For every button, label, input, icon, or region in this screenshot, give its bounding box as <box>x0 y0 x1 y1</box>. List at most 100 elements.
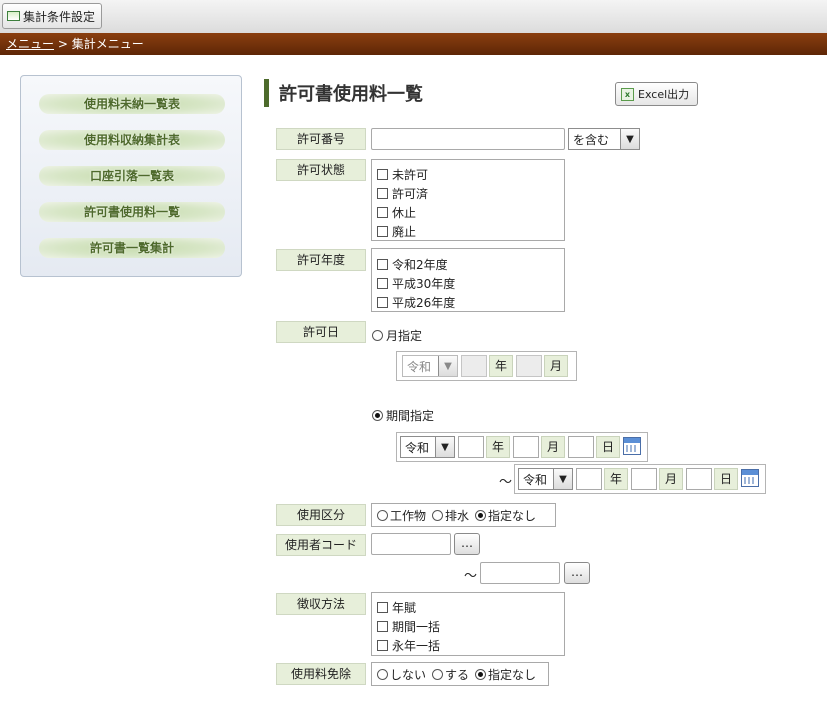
permit-no-match-select[interactable]: を含む ▼ <box>568 128 640 150</box>
collection-label: 徴収方法 <box>276 593 366 615</box>
collection-option-annual[interactable]: 年賦 <box>377 599 416 616</box>
radio-button[interactable] <box>432 509 444 521</box>
radio-button[interactable] <box>372 410 383 421</box>
sidebar-menu: 使用料未納一覧表 使用料収納集計表 口座引落一覧表 許可書使用料一覧 許可書一覧… <box>20 75 242 277</box>
user-code-to-input[interactable] <box>480 562 560 584</box>
radio-button[interactable] <box>475 509 487 521</box>
collection-option-perpetual[interactable]: 永年一括 <box>377 637 440 654</box>
radio-label: しない <box>390 667 427 682</box>
breadcrumb-menu-link[interactable]: メニュー <box>6 37 54 51</box>
permit-date-label: 許可日 <box>276 321 366 343</box>
user-code-from-input[interactable] <box>371 533 451 555</box>
collection-option-period[interactable]: 期間一括 <box>377 618 440 635</box>
radio-button[interactable] <box>377 668 388 680</box>
excel-export-button[interactable]: x Excel出力 <box>615 82 699 106</box>
usage-option-drainage[interactable]: 排水 <box>432 507 469 524</box>
radio-button[interactable] <box>377 509 388 521</box>
calendar-icon[interactable] <box>741 469 759 487</box>
permit-year-label: 許可年度 <box>276 249 366 271</box>
range-start-group: 令和 ▼ 年 月 日 <box>396 432 648 462</box>
page-header: 許可書使用料一覧 <box>264 79 423 107</box>
end-era-select[interactable]: 令和 ▼ <box>518 468 573 490</box>
permit-date-month-radio[interactable]: 月指定 <box>372 327 422 344</box>
year-option-h30[interactable]: 平成30年度 <box>377 275 455 292</box>
user-code-from-lookup-button[interactable]: … <box>454 533 480 555</box>
sidebar-item-collection-summary[interactable]: 使用料収納集計表 <box>39 130 225 150</box>
exemption-option-no[interactable]: しない <box>377 666 426 683</box>
option-label: 許可済 <box>392 187 429 201</box>
checkbox[interactable] <box>377 169 388 180</box>
option-label: 平成26年度 <box>392 296 456 310</box>
radio-label: 指定なし <box>488 508 537 523</box>
usage-class-group: 工作物 排水 指定なし <box>371 503 556 527</box>
status-option-abolished[interactable]: 廃止 <box>377 223 416 240</box>
range-tilde: ～ <box>499 475 513 490</box>
exemption-option-none[interactable]: 指定なし <box>475 666 536 683</box>
start-day-input[interactable] <box>568 436 594 458</box>
era-value: 令和 <box>407 359 432 374</box>
sidebar-item-permit-summary[interactable]: 許可書一覧集計 <box>39 238 225 258</box>
usage-class-label: 使用区分 <box>276 504 366 526</box>
permit-no-match-value: を含む <box>573 132 610 147</box>
start-era-select[interactable]: 令和 ▼ <box>400 436 455 458</box>
year-option-h26[interactable]: 平成26年度 <box>377 294 455 311</box>
checkbox[interactable] <box>377 259 388 270</box>
permit-date-range-radio[interactable]: 期間指定 <box>372 407 434 424</box>
start-month-input[interactable] <box>513 436 539 458</box>
option-label: 年賦 <box>392 601 417 615</box>
usage-option-none[interactable]: 指定なし <box>475 507 536 524</box>
end-month-input[interactable] <box>631 468 657 490</box>
exemption-label: 使用料免除 <box>276 663 366 685</box>
option-label: 永年一括 <box>392 639 441 653</box>
day-unit: 日 <box>596 436 620 458</box>
checkbox[interactable] <box>377 226 388 237</box>
month-year-input[interactable] <box>461 355 487 377</box>
end-year-input[interactable] <box>576 468 602 490</box>
user-code-to-lookup-button[interactable]: … <box>564 562 590 584</box>
checkbox[interactable] <box>377 297 388 308</box>
breadcrumb: メニュー > 集計メニュー <box>0 33 827 55</box>
month-spec-group: 令和 ▼ 年 月 <box>396 351 577 381</box>
status-option-suspended[interactable]: 休止 <box>377 204 416 221</box>
window-icon <box>7 11 20 21</box>
checkbox[interactable] <box>377 188 388 199</box>
checkbox[interactable] <box>377 621 388 632</box>
option-label: 廃止 <box>392 225 417 239</box>
option-label: 未許可 <box>392 168 429 182</box>
breadcrumb-separator: > <box>54 37 72 51</box>
year-unit: 年 <box>486 436 510 458</box>
radio-button[interactable] <box>432 668 444 680</box>
year-option-r2[interactable]: 令和2年度 <box>377 256 448 273</box>
day-unit: 日 <box>714 468 738 490</box>
radio-label: 排水 <box>445 508 470 523</box>
radio-button[interactable] <box>372 330 383 341</box>
radio-label: する <box>445 667 470 682</box>
sidebar-item-unpaid-list[interactable]: 使用料未納一覧表 <box>39 94 225 114</box>
checkbox[interactable] <box>377 207 388 218</box>
range-end-group: 令和 ▼ 年 月 日 <box>514 464 766 494</box>
usage-option-structure[interactable]: 工作物 <box>377 507 426 524</box>
calendar-icon[interactable] <box>623 437 641 455</box>
breadcrumb-current: 集計メニュー <box>71 37 144 51</box>
option-label: 期間一括 <box>392 620 441 634</box>
aggregate-settings-button[interactable]: 集計条件設定 <box>2 3 103 29</box>
chevron-down-icon: ▼ <box>620 129 639 149</box>
checkbox[interactable] <box>377 278 388 289</box>
sidebar-item-permit-fee-list[interactable]: 許可書使用料一覧 <box>39 202 225 222</box>
exemption-option-yes[interactable]: する <box>432 666 469 683</box>
checkbox[interactable] <box>377 602 388 613</box>
end-day-input[interactable] <box>686 468 712 490</box>
status-option-permitted[interactable]: 許可済 <box>377 185 428 202</box>
month-unit: 月 <box>541 436 565 458</box>
sidebar-item-account-debit-list[interactable]: 口座引落一覧表 <box>39 166 225 186</box>
top-toolbar: 集計条件設定 <box>0 0 827 34</box>
month-month-input[interactable] <box>516 355 542 377</box>
radio-button[interactable] <box>475 668 487 680</box>
start-year-input[interactable] <box>458 436 484 458</box>
month-era-select[interactable]: 令和 ▼ <box>402 355 458 377</box>
permit-no-input[interactable] <box>371 128 565 150</box>
checkbox[interactable] <box>377 640 388 651</box>
status-option-unpermitted[interactable]: 未許可 <box>377 166 428 183</box>
year-unit: 年 <box>489 355 513 377</box>
month-unit: 月 <box>659 468 683 490</box>
